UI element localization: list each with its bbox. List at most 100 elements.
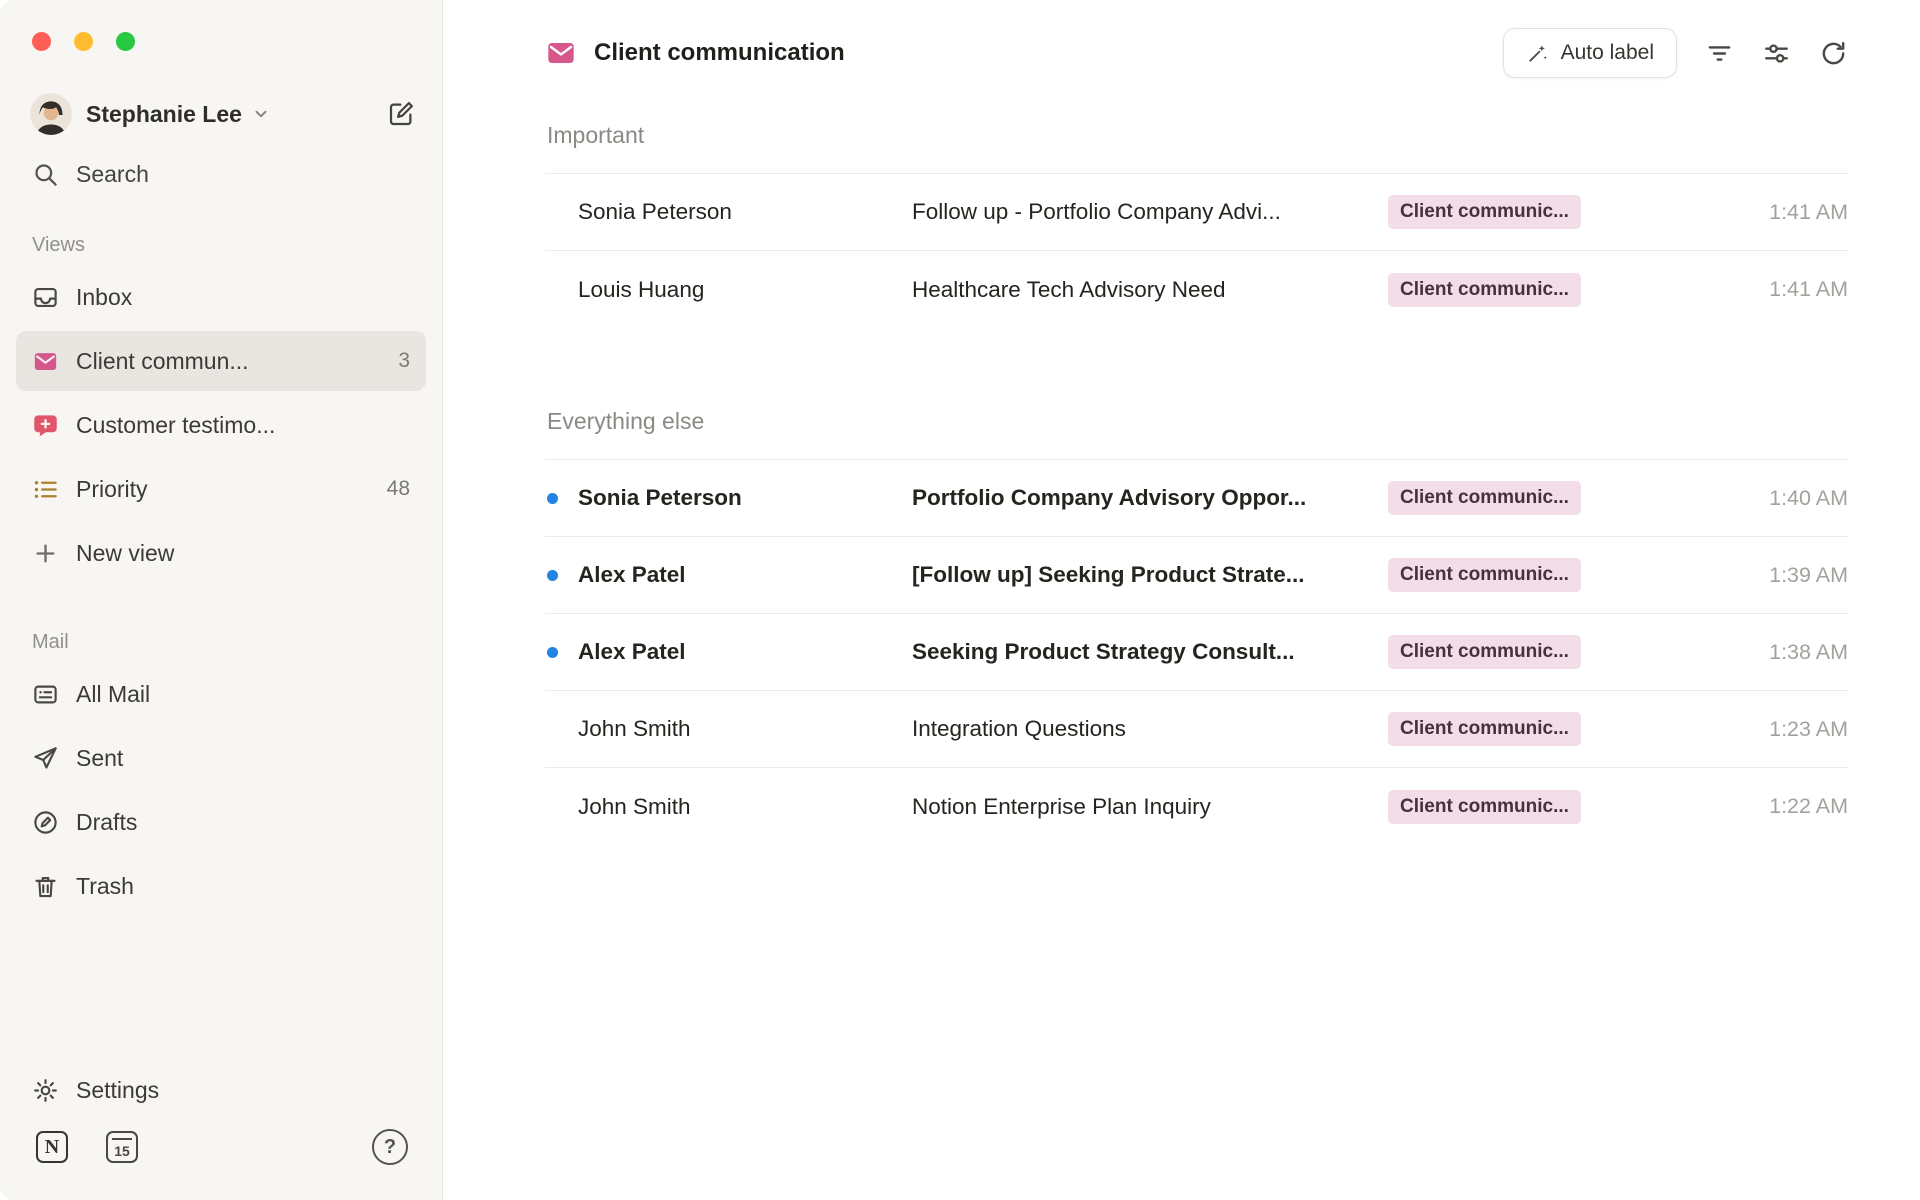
- notion-logo-icon[interactable]: N: [36, 1131, 68, 1163]
- mail-section-label: Mail: [32, 631, 442, 654]
- email-row[interactable]: John Smith Integration Questions Client …: [545, 691, 1848, 768]
- sidebar-item-priority[interactable]: Priority 48: [16, 459, 426, 519]
- auto-label-button-label: Auto label: [1561, 41, 1654, 65]
- sidebar-item-settings[interactable]: Settings: [16, 1060, 426, 1120]
- email-subject: Follow up - Portfolio Company Advi...: [912, 199, 1388, 225]
- new-view-label: New view: [76, 540, 174, 567]
- sidebar-item-drafts[interactable]: Drafts: [16, 792, 426, 852]
- close-window-button[interactable]: [32, 32, 51, 51]
- sidebar-item-inbox[interactable]: Inbox: [16, 267, 426, 327]
- sidebar-item-label: All Mail: [76, 681, 150, 708]
- email-list: Important Sonia Peterson Follow up - Por…: [443, 78, 1920, 845]
- window-controls: [0, 0, 442, 51]
- email-row[interactable]: Sonia Peterson Portfolio Company Advisor…: [545, 460, 1848, 537]
- sidebar-item-label: Sent: [76, 745, 123, 772]
- paper-plane-icon: [32, 745, 59, 772]
- email-label-badge: Client communic...: [1388, 712, 1581, 746]
- unread-dot: [547, 493, 558, 504]
- sidebar-item-search[interactable]: Search: [32, 161, 416, 188]
- section-everything-else-rows: Sonia Peterson Portfolio Company Advisor…: [545, 459, 1848, 845]
- app-window: Stephanie Lee Search Views In: [0, 0, 1920, 1200]
- avatar: [30, 93, 72, 135]
- sidebar-item-label: Inbox: [76, 284, 132, 311]
- user-name: Stephanie Lee: [86, 101, 242, 128]
- sidebar: Stephanie Lee Search Views In: [0, 0, 443, 1200]
- email-sender: Alex Patel: [578, 639, 912, 665]
- priority-list-icon: [32, 476, 59, 503]
- compose-icon: [386, 99, 416, 129]
- sidebar-item-customer-testimonials[interactable]: Customer testimo...: [16, 395, 426, 455]
- email-label-badge: Client communic...: [1388, 481, 1581, 515]
- auto-label-button[interactable]: Auto label: [1503, 28, 1677, 78]
- section-title-important: Important: [545, 122, 1848, 149]
- sliders-icon: [1762, 39, 1791, 68]
- email-row[interactable]: Alex Patel [Follow up] Seeking Product S…: [545, 537, 1848, 614]
- search-label: Search: [76, 161, 149, 188]
- page-title: Client communication: [594, 39, 845, 67]
- email-subject: Integration Questions: [912, 716, 1388, 742]
- plus-icon: [32, 540, 59, 567]
- sidebar-item-client-communication[interactable]: Client commun... 3: [16, 331, 426, 391]
- section-title-everything-else: Everything else: [545, 408, 1848, 435]
- trash-icon: [32, 873, 59, 900]
- mail-pink-icon: [32, 348, 59, 375]
- email-row[interactable]: John Smith Notion Enterprise Plan Inquir…: [545, 768, 1848, 845]
- unread-count-badge: 3: [398, 349, 410, 373]
- all-mail-icon: [32, 681, 59, 708]
- sidebar-item-label: Trash: [76, 873, 134, 900]
- sidebar-item-all-mail[interactable]: All Mail: [16, 664, 426, 724]
- email-time: 1:41 AM: [1698, 200, 1848, 225]
- display-settings-button[interactable]: [1762, 39, 1791, 68]
- email-subject: [Follow up] Seeking Product Strate...: [912, 562, 1388, 588]
- sidebar-item-sent[interactable]: Sent: [16, 728, 426, 788]
- email-time: 1:23 AM: [1698, 717, 1848, 742]
- priority-count: 48: [387, 477, 410, 501]
- unread-dot: [547, 570, 558, 581]
- email-sender: Louis Huang: [578, 277, 912, 303]
- new-view-button[interactable]: New view: [16, 523, 426, 583]
- sidebar-footer: N 15 ?: [0, 1122, 442, 1200]
- refresh-button[interactable]: [1819, 39, 1848, 68]
- email-label-badge: Client communic...: [1388, 635, 1581, 669]
- filter-lines-icon: [1705, 39, 1734, 68]
- drafts-pencil-icon: [32, 809, 59, 836]
- unread-dot: [547, 647, 558, 658]
- email-subject: Notion Enterprise Plan Inquiry: [912, 794, 1388, 820]
- calendar-icon[interactable]: 15: [106, 1131, 138, 1163]
- gear-icon: [32, 1077, 59, 1104]
- main-header: Client communication Auto label: [443, 0, 1920, 78]
- email-time: 1:38 AM: [1698, 640, 1848, 665]
- account-switcher[interactable]: Stephanie Lee: [30, 93, 416, 135]
- sidebar-item-label: Drafts: [76, 809, 137, 836]
- email-subject: Healthcare Tech Advisory Need: [912, 277, 1388, 303]
- header-controls: Auto label: [1503, 28, 1848, 78]
- sidebar-item-label: Customer testimo...: [76, 412, 275, 439]
- auto-label-icon: [1526, 42, 1549, 65]
- email-row[interactable]: Alex Patel Seeking Product Strategy Cons…: [545, 614, 1848, 691]
- sidebar-item-trash[interactable]: Trash: [16, 856, 426, 916]
- sidebar-item-label: Priority: [76, 476, 148, 503]
- minimize-window-button[interactable]: [74, 32, 93, 51]
- email-sender: Alex Patel: [578, 562, 912, 588]
- section-important-rows: Sonia Peterson Follow up - Portfolio Com…: [545, 173, 1848, 328]
- email-subject: Seeking Product Strategy Consult...: [912, 639, 1388, 665]
- email-time: 1:39 AM: [1698, 563, 1848, 588]
- email-time: 1:40 AM: [1698, 486, 1848, 511]
- email-sender: John Smith: [578, 794, 912, 820]
- settings-label: Settings: [76, 1077, 159, 1104]
- email-time: 1:22 AM: [1698, 794, 1848, 819]
- sidebar-item-label: Client commun...: [76, 348, 249, 375]
- email-row[interactable]: Sonia Peterson Follow up - Portfolio Com…: [545, 174, 1848, 251]
- email-row[interactable]: Louis Huang Healthcare Tech Advisory Nee…: [545, 251, 1848, 328]
- main-content: Client communication Auto label: [443, 0, 1920, 1200]
- filter-button[interactable]: [1705, 39, 1734, 68]
- zoom-window-button[interactable]: [116, 32, 135, 51]
- email-label-badge: Client communic...: [1388, 195, 1581, 229]
- compose-button[interactable]: [386, 99, 416, 129]
- chevron-down-icon: [252, 105, 270, 123]
- search-icon: [32, 161, 59, 188]
- email-subject: Portfolio Company Advisory Oppor...: [912, 485, 1388, 511]
- email-sender: Sonia Peterson: [578, 485, 912, 511]
- mail-pink-icon: [545, 37, 577, 69]
- help-icon[interactable]: ?: [372, 1129, 408, 1165]
